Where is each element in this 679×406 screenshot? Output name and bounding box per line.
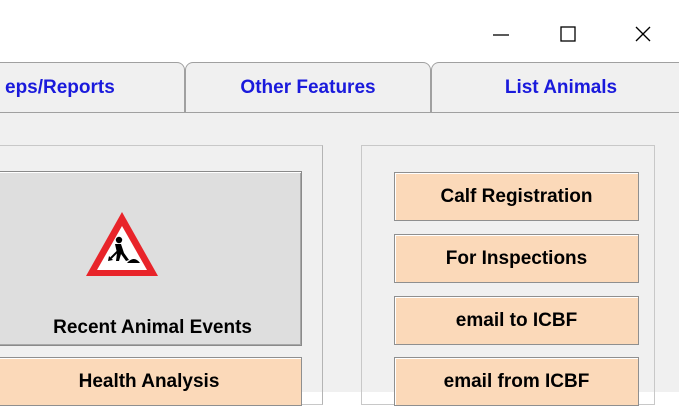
roadworks-warning-icon [82, 208, 162, 285]
minimize-icon [493, 34, 509, 36]
maximize-button[interactable] [545, 14, 591, 54]
email-to-icbf-button[interactable]: email to ICBF [394, 296, 639, 345]
tab-reps-reports[interactable]: eps/Reports [0, 62, 185, 112]
calf-registration-button[interactable]: Calf Registration [394, 172, 639, 221]
email-from-icbf-button[interactable]: email from ICBF [394, 357, 639, 406]
maximize-icon [560, 26, 576, 42]
close-icon [635, 26, 651, 42]
tab-other-features[interactable]: Other Features [185, 62, 431, 112]
close-button[interactable] [620, 14, 666, 54]
for-inspections-button[interactable]: For Inspections [394, 234, 639, 283]
recent-animal-events-button[interactable]: Recent Animal Events [0, 171, 302, 346]
minimize-button[interactable] [478, 14, 524, 54]
recent-animal-events-label: Recent Animal Events [53, 317, 252, 338]
tab-list-animals[interactable]: List Animals [431, 62, 679, 112]
health-analysis-button[interactable]: Health Analysis [0, 357, 302, 406]
